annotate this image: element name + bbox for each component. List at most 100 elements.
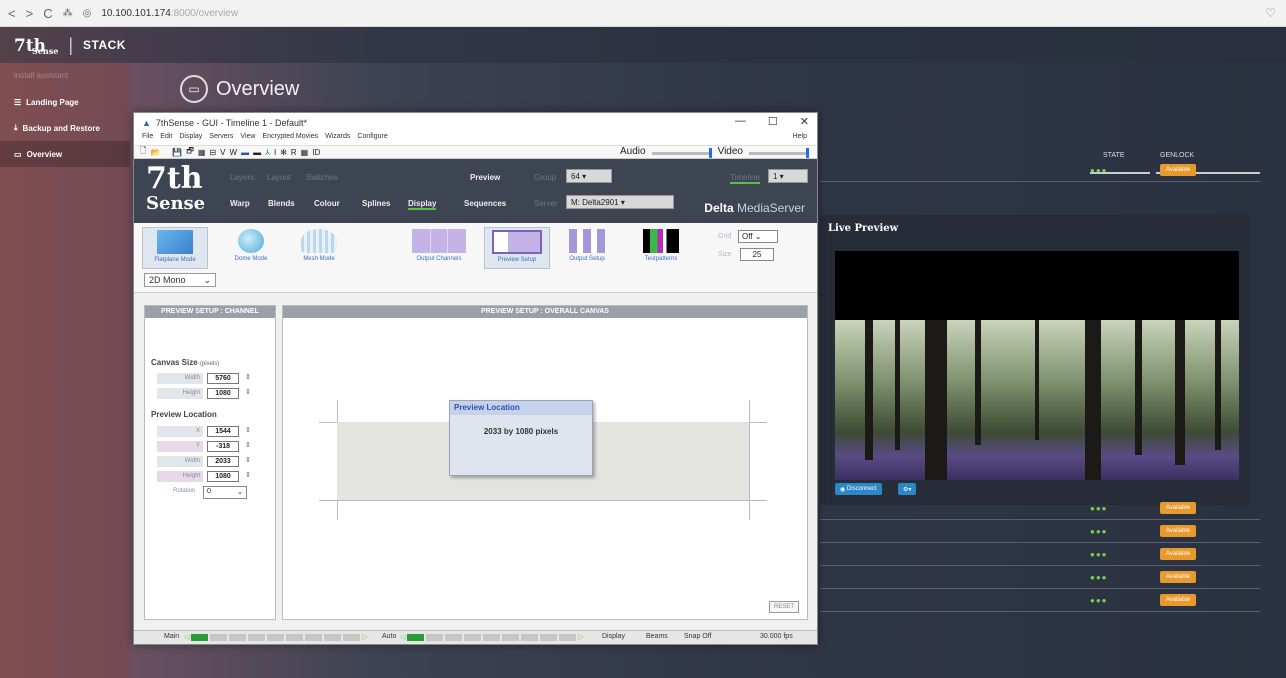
- server-row[interactable]: ●●● Available: [820, 567, 1260, 589]
- menu-wizards[interactable]: Wizards: [325, 133, 350, 145]
- spin-icon[interactable]: ⇕: [245, 373, 251, 381]
- spin-icon[interactable]: ⇕: [245, 388, 251, 396]
- timeline-value: 1: [773, 172, 778, 181]
- tab-colour[interactable]: Colour: [314, 199, 340, 208]
- server-row[interactable]: ●●● Available: [820, 160, 1260, 182]
- sidebar-item-backup-restore[interactable]: ⤓ Backup and Restore: [0, 115, 130, 141]
- status-bar: Main ◁ ▷ Auto ◁ ▷ Display Beams Snap Off…: [134, 630, 817, 644]
- tab-sequences[interactable]: Sequences: [464, 199, 506, 208]
- back-icon[interactable]: <: [8, 6, 16, 21]
- preview-location-popup[interactable]: Preview Location 2033 by 1080 pixels: [449, 400, 593, 476]
- gui-window[interactable]: ▲ 7thSense - GUI - Timeline 1 - Default*…: [133, 112, 818, 645]
- tab-layers[interactable]: Layers: [230, 173, 254, 182]
- server-row[interactable]: ●●● Available: [820, 521, 1260, 543]
- preview-setup-button[interactable]: Preview Setup: [484, 227, 550, 269]
- reset-button[interactable]: RESET: [768, 601, 799, 613]
- menu-configure[interactable]: Configure: [357, 133, 387, 145]
- i-icon[interactable]: I: [274, 148, 276, 157]
- audio-label: Audio: [620, 146, 646, 157]
- grid-icon[interactable]: ▦: [198, 148, 206, 157]
- grid-label: Grid: [718, 233, 732, 240]
- chart-icon[interactable]: ⅄: [265, 148, 270, 157]
- tab-preview[interactable]: Preview: [470, 173, 500, 182]
- tab-warp[interactable]: Warp: [230, 199, 250, 208]
- menu-servers[interactable]: Servers: [209, 133, 233, 145]
- mesh-mode-button[interactable]: Mesh Mode: [286, 227, 352, 269]
- preview-height-input[interactable]: 1080: [207, 471, 239, 482]
- menu-display[interactable]: Display: [179, 133, 202, 145]
- y-input[interactable]: -318: [207, 441, 239, 452]
- flatplane-mode-button[interactable]: Flatplane Mode: [142, 227, 208, 269]
- dome-mode-button[interactable]: Dome Mode: [218, 227, 284, 269]
- tab-layout[interactable]: Layout: [267, 173, 291, 182]
- canvas-size-unit: (pixels): [199, 361, 220, 367]
- x-input[interactable]: 1544: [207, 426, 239, 437]
- r-icon[interactable]: R: [291, 148, 297, 157]
- site-info-icon[interactable]: ◎: [83, 8, 92, 19]
- canvas-height-input[interactable]: 1080: [207, 388, 239, 399]
- close-icon[interactable]: ✕: [800, 115, 809, 128]
- disconnect-button[interactable]: ◉ Disconnect: [835, 483, 882, 495]
- mono-select[interactable]: 2D Mono ⌄: [144, 273, 216, 287]
- btn-label: Preview Setup: [497, 257, 537, 263]
- sidebar-item-overview[interactable]: ▭ Overview: [0, 141, 130, 167]
- brand-logo-sub: Sense: [146, 193, 206, 214]
- audio-slider[interactable]: [651, 148, 712, 158]
- server-row[interactable]: ●●● Available: [820, 498, 1260, 520]
- w-icon[interactable]: W: [230, 148, 238, 157]
- table-icon[interactable]: ▦: [301, 148, 309, 157]
- grid-select[interactable]: Off ⌄: [738, 230, 778, 243]
- snow-icon[interactable]: ✻: [280, 148, 287, 157]
- spin-icon[interactable]: ⇕: [245, 471, 251, 479]
- gui-titlebar[interactable]: ▲ 7thSense - GUI - Timeline 1 - Default*…: [134, 113, 817, 133]
- menu-edit[interactable]: Edit: [160, 133, 172, 145]
- size-input[interactable]: 25: [740, 248, 774, 261]
- tab-display[interactable]: Display: [408, 199, 437, 210]
- rotation-select[interactable]: 0 ⌄: [203, 486, 247, 499]
- tab-blends[interactable]: Blends: [268, 199, 295, 208]
- timeline-select[interactable]: 1 ▾: [768, 169, 808, 183]
- canvas-width-input[interactable]: 5760: [207, 373, 239, 384]
- minimize-icon[interactable]: —: [735, 115, 746, 128]
- output-channels-button[interactable]: Output Channels: [406, 227, 472, 269]
- menu-encrypted-movies[interactable]: Encrypted Movies: [262, 133, 318, 145]
- bar-icon[interactable]: ▬: [253, 148, 261, 157]
- output-setup-button[interactable]: Output Setup: [554, 227, 620, 269]
- menu-file[interactable]: File: [142, 133, 153, 145]
- video-slider[interactable]: [748, 148, 809, 158]
- sidebar-faint-item[interactable]: install assistant: [0, 63, 130, 89]
- sidebar-item-landing-page[interactable]: ☰ Landing Page: [0, 89, 130, 115]
- apps-icon[interactable]: ⁂: [63, 8, 73, 19]
- spin-icon[interactable]: ⇕: [245, 426, 251, 434]
- new-icon[interactable]: 🗋: [140, 145, 146, 159]
- bar-icon[interactable]: ▬: [241, 148, 249, 157]
- stack-logo[interactable]: 7thSense: [14, 35, 58, 56]
- forward-icon[interactable]: >: [26, 6, 34, 21]
- server-row[interactable]: ●●● Available: [820, 590, 1260, 612]
- settings-dropdown-button[interactable]: ⚙▾: [898, 483, 917, 495]
- window-icon[interactable]: 🗗: [186, 145, 194, 159]
- server-select[interactable]: M: Delta2901 ▾: [566, 195, 674, 209]
- group-select[interactable]: 64 ▾: [566, 169, 612, 183]
- tab-splines[interactable]: Splines: [362, 199, 390, 208]
- preview-width-input[interactable]: 2033: [207, 456, 239, 467]
- menu-view[interactable]: View: [240, 133, 255, 145]
- delta-rest: MediaServer: [736, 201, 805, 215]
- btn-label: Testpatterns: [644, 256, 678, 262]
- v-icon[interactable]: V: [220, 148, 225, 157]
- spin-icon[interactable]: ⇕: [245, 441, 251, 449]
- id-icon[interactable]: ID: [312, 148, 320, 157]
- shield-icon[interactable]: ♡: [1265, 6, 1276, 20]
- testpatterns-button[interactable]: Testpatterns: [628, 227, 694, 269]
- server-row[interactable]: ●●● Available: [820, 544, 1260, 566]
- menu-help[interactable]: Help: [793, 133, 807, 140]
- reload-icon[interactable]: C: [43, 6, 52, 21]
- save-icon[interactable]: 💾: [172, 148, 182, 157]
- address-bar[interactable]: 10.100.101.174:8000/overview: [101, 8, 238, 19]
- maximize-icon[interactable]: ☐: [768, 115, 778, 128]
- open-icon[interactable]: 📂: [150, 148, 160, 157]
- spin-icon[interactable]: ⇕: [245, 456, 251, 464]
- panel-icon[interactable]: ⊟: [209, 148, 216, 157]
- guide-line: [319, 500, 767, 501]
- tab-switches[interactable]: Switches: [306, 173, 338, 182]
